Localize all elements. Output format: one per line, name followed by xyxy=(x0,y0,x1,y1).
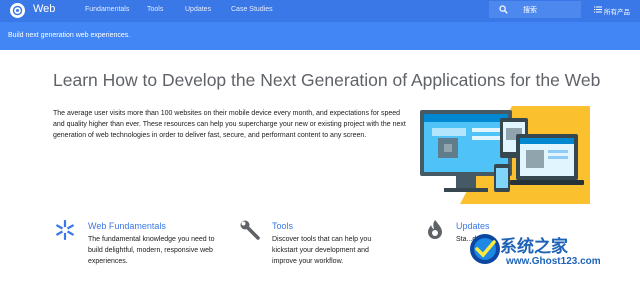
page-title: Learn How to Develop the Next Generation… xyxy=(53,70,601,90)
nav-case-studies[interactable]: Case Studies xyxy=(231,6,273,13)
watermark-title: 系统之家 xyxy=(500,237,568,257)
feature-desc-tools: Discover tools that can help you kicksta… xyxy=(272,236,372,265)
top-app-bar: Web Fundamentals Tools Updates Case Stud… xyxy=(0,0,640,22)
watermark-url: www.Ghost123.com xyxy=(506,256,601,267)
search-icon xyxy=(499,5,508,14)
watermark-logo-icon xyxy=(470,234,500,264)
devices-illustration xyxy=(420,106,590,204)
nav-fundamentals[interactable]: Fundamentals xyxy=(85,6,129,13)
flame-icon xyxy=(428,220,442,239)
web-logo-icon[interactable] xyxy=(10,3,25,18)
search-box[interactable]: 搜索 xyxy=(489,1,581,18)
brand-name[interactable]: Web xyxy=(33,3,55,15)
feature-desc-fundamentals: The fundamental knowledge you need to bu… xyxy=(88,236,215,265)
banner-text: Build next generation web experiences. xyxy=(8,32,131,39)
intro-paragraph: The average user visits more than 100 we… xyxy=(53,110,406,139)
hero-banner: Build next generation web experiences. xyxy=(0,22,640,50)
feature-title-tools[interactable]: Tools xyxy=(272,221,293,231)
nav-updates[interactable]: Updates xyxy=(185,6,211,13)
feature-title-updates[interactable]: Updates xyxy=(456,221,490,231)
feature-title-fundamentals[interactable]: Web Fundamentals xyxy=(88,221,166,231)
nav-tools[interactable]: Tools xyxy=(147,6,163,13)
search-input[interactable]: 搜索 xyxy=(523,5,537,15)
list-icon[interactable] xyxy=(594,6,602,13)
snowflake-icon xyxy=(56,220,74,240)
wrench-icon xyxy=(240,220,260,240)
all-products-link[interactable]: 所有产品 xyxy=(604,6,630,16)
